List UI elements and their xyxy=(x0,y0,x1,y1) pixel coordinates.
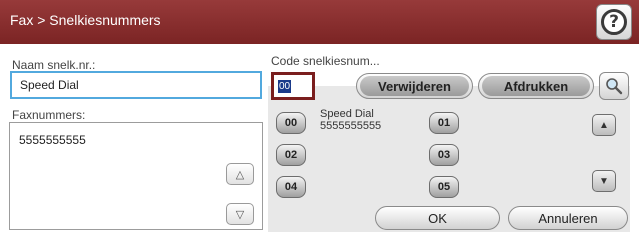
speed-dial-name-input[interactable]: Speed Dial xyxy=(10,71,262,99)
help-glyph: ? xyxy=(609,12,619,32)
speed-dial-01-button[interactable]: 01 xyxy=(429,112,459,134)
code-value: 00 xyxy=(278,80,291,93)
speed-dial-04-button[interactable]: 04 xyxy=(276,176,306,198)
speed-dial-00-number: 5555555555 xyxy=(320,120,382,132)
fax-number-entry[interactable]: 5555555555 xyxy=(19,133,86,147)
help-button[interactable]: ? xyxy=(596,4,632,40)
delete-button-label: Verwijderen xyxy=(360,76,469,96)
speed-dial-00-button[interactable]: 00 xyxy=(276,112,306,134)
code-label: Code snelkiesnum... xyxy=(271,54,380,68)
fax-list-scroll-down-button[interactable]: ▽ xyxy=(226,203,254,225)
fax-list-scroll-up-button[interactable]: △ xyxy=(226,163,254,185)
page-title: Fax > Snelkiesnummers xyxy=(10,12,161,28)
cancel-button[interactable]: Annuleren xyxy=(508,206,628,230)
grid-scroll-up-button[interactable]: ▲ xyxy=(592,114,616,136)
chevron-down-icon: ▽ xyxy=(235,208,245,221)
fax-numbers-list[interactable]: 5555555555 △ ▽ xyxy=(9,122,263,230)
speed-dial-02-button[interactable]: 02 xyxy=(276,144,306,166)
chevron-up-icon: ▲ xyxy=(599,119,609,131)
speed-dial-code: 01 xyxy=(437,117,451,129)
fax-numbers-label: Faxnummers: xyxy=(12,108,86,122)
speed-dial-code: 00 xyxy=(284,117,298,129)
ok-button[interactable]: OK xyxy=(375,206,500,230)
magnifier-icon xyxy=(606,78,623,95)
chevron-down-icon: ▼ xyxy=(599,175,609,187)
speed-dial-code: 02 xyxy=(284,149,298,161)
speed-dial-code: 05 xyxy=(437,181,451,193)
name-label: Naam snelk.nr.: xyxy=(12,58,96,72)
print-button-label: Afdrukken xyxy=(482,76,590,96)
speed-dial-00-name: Speed Dial xyxy=(320,108,374,120)
help-icon: ? xyxy=(601,9,627,35)
grid-scroll-down-button[interactable]: ▼ xyxy=(592,170,616,192)
speed-dial-05-button[interactable]: 05 xyxy=(429,176,459,198)
print-button[interactable]: Afdrukken xyxy=(478,73,594,99)
search-button[interactable] xyxy=(599,72,629,100)
speed-dial-code: 03 xyxy=(437,149,451,161)
title-bar: Fax > Snelkiesnummers ? xyxy=(0,0,639,44)
chevron-up-icon: △ xyxy=(235,168,245,181)
speed-dial-code: 04 xyxy=(284,181,298,193)
speed-dial-code-input[interactable]: 00 xyxy=(271,72,315,100)
speed-dial-03-button[interactable]: 03 xyxy=(429,144,459,166)
delete-button[interactable]: Verwijderen xyxy=(356,73,473,99)
